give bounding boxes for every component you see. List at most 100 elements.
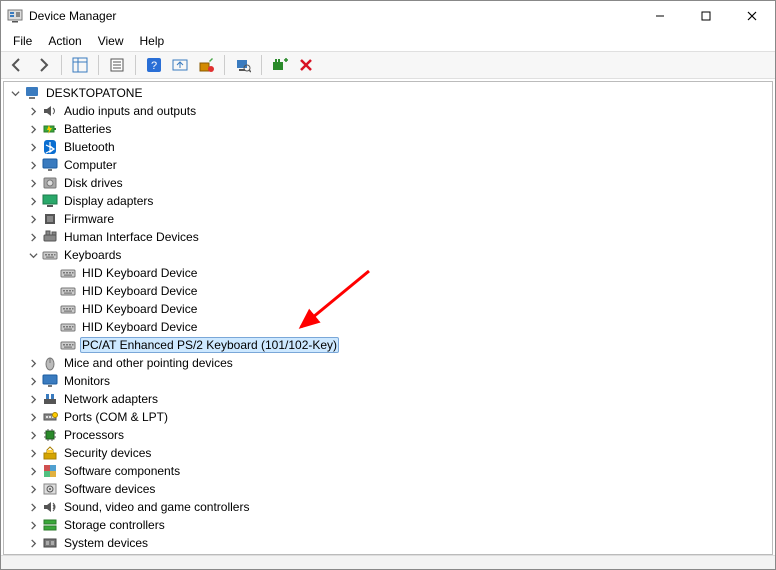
tree-item[interactable]: Ports (COM & LPT): [26, 408, 772, 426]
tree-item[interactable]: Sound, video and game controllers: [26, 498, 772, 516]
back-button[interactable]: [5, 54, 29, 76]
menu-help[interactable]: Help: [132, 32, 173, 50]
tree-item-label: HID Keyboard Device: [80, 302, 199, 316]
tree-item-label: Storage controllers: [62, 518, 167, 532]
tree-item[interactable]: Bluetooth: [26, 138, 772, 156]
tree-item[interactable]: HID Keyboard Device: [44, 300, 772, 318]
tree-expand-icon[interactable]: [26, 392, 40, 406]
minimize-button[interactable]: [637, 1, 683, 31]
uninstall-icon: [198, 57, 214, 73]
processor-icon: [42, 427, 58, 443]
tree-item[interactable]: Display adapters: [26, 192, 772, 210]
tree-item[interactable]: Mice and other pointing devices: [26, 354, 772, 372]
monitor-icon: [42, 157, 58, 173]
show-hide-console-button[interactable]: [68, 54, 92, 76]
toolbar-separator: [61, 55, 62, 75]
tree-expand-icon[interactable]: [26, 356, 40, 370]
menu-action[interactable]: Action: [40, 32, 89, 50]
tree-item[interactable]: HID Keyboard Device: [44, 264, 772, 282]
tree-expand-icon[interactable]: [26, 176, 40, 190]
scan-hardware-button[interactable]: [231, 54, 255, 76]
minimize-icon: [655, 11, 665, 21]
tree-item-label: Processors: [62, 428, 126, 442]
tree-collapse-icon[interactable]: [8, 86, 22, 100]
tree-expand-icon[interactable]: [26, 500, 40, 514]
tree-expand-icon[interactable]: [26, 374, 40, 388]
tree-item-label: Firmware: [62, 212, 116, 226]
device-tree[interactable]: DESKTOPATONE Audio inputs and outputsBatt…: [3, 81, 773, 555]
tree-expand-icon[interactable]: [26, 464, 40, 478]
tree-item[interactable]: System devices: [26, 534, 772, 552]
tree-twist-none: [44, 284, 58, 298]
tree-item[interactable]: Security devices: [26, 444, 772, 462]
tree-item[interactable]: Human Interface Devices: [26, 228, 772, 246]
keyboard-icon: [60, 301, 76, 317]
keyboard-icon: [60, 337, 76, 353]
tree-item-label: Security devices: [62, 446, 153, 460]
mouse-icon: [42, 355, 58, 371]
menu-file[interactable]: File: [5, 32, 40, 50]
update-driver-button[interactable]: [168, 54, 192, 76]
tree-expand-icon[interactable]: [26, 122, 40, 136]
menu-view[interactable]: View: [90, 32, 132, 50]
tree-item-label: Software components: [62, 464, 182, 478]
properties-button[interactable]: [105, 54, 129, 76]
toolbar-separator: [98, 55, 99, 75]
tree-expand-icon[interactable]: [26, 212, 40, 226]
tree-expand-icon[interactable]: [26, 446, 40, 460]
keyboard-icon: [60, 319, 76, 335]
tree-twist-none: [44, 320, 58, 334]
uninstall-device-button[interactable]: [194, 54, 218, 76]
tree-expand-icon[interactable]: [26, 140, 40, 154]
tree-item-label: System devices: [62, 536, 150, 550]
tree-item-label: HID Keyboard Device: [80, 284, 199, 298]
tree-item[interactable]: Software components: [26, 462, 772, 480]
tree-item[interactable]: Keyboards: [26, 246, 772, 264]
arrow-left-icon: [9, 57, 25, 73]
ports-icon: [42, 409, 58, 425]
close-icon: [747, 11, 757, 21]
tree-expand-icon[interactable]: [26, 428, 40, 442]
close-button[interactable]: [729, 1, 775, 31]
tree-item[interactable]: HID Keyboard Device: [44, 318, 772, 336]
tree-item[interactable]: Storage controllers: [26, 516, 772, 534]
tree-item-label: DESKTOPATONE: [44, 86, 144, 100]
tree-expand-icon[interactable]: [26, 104, 40, 118]
tree-item[interactable]: DESKTOPATONE: [8, 84, 772, 102]
tree-item-label: PC/AT Enhanced PS/2 Keyboard (101/102-Ke…: [80, 337, 339, 353]
scan-hardware-icon: [235, 57, 251, 73]
tree-item[interactable]: Computer: [26, 156, 772, 174]
tree-expand-icon[interactable]: [26, 536, 40, 550]
tree-expand-icon[interactable]: [26, 230, 40, 244]
tree-expand-icon[interactable]: [26, 410, 40, 424]
tree-item[interactable]: Batteries: [26, 120, 772, 138]
tree-item[interactable]: HID Keyboard Device: [44, 282, 772, 300]
tree-item[interactable]: Network adapters: [26, 390, 772, 408]
add-hardware-icon: [272, 57, 288, 73]
tree-expand-icon[interactable]: [26, 158, 40, 172]
sound-icon: [42, 499, 58, 515]
tree-expand-icon[interactable]: [26, 194, 40, 208]
toolbar-separator: [261, 55, 262, 75]
tree-item-label: Keyboards: [62, 248, 123, 262]
tree-item[interactable]: Disk drives: [26, 174, 772, 192]
tree-expand-icon[interactable]: [26, 482, 40, 496]
tree-item[interactable]: Monitors: [26, 372, 772, 390]
add-hardware-button[interactable]: [268, 54, 292, 76]
tree-item-label: Computer: [62, 158, 119, 172]
disable-device-button[interactable]: [294, 54, 318, 76]
tree-twist-none: [44, 302, 58, 316]
help-button[interactable]: [142, 54, 166, 76]
tree-item[interactable]: PC/AT Enhanced PS/2 Keyboard (101/102-Ke…: [44, 336, 772, 354]
tree-item[interactable]: Firmware: [26, 210, 772, 228]
tree-collapse-icon[interactable]: [26, 248, 40, 262]
tree-expand-icon[interactable]: [26, 518, 40, 532]
tree-item[interactable]: Processors: [26, 426, 772, 444]
update-driver-icon: [172, 57, 188, 73]
tree-item[interactable]: Software devices: [26, 480, 772, 498]
forward-button[interactable]: [31, 54, 55, 76]
maximize-button[interactable]: [683, 1, 729, 31]
computer-root-icon: [24, 85, 40, 101]
tree-item[interactable]: Audio inputs and outputs: [26, 102, 772, 120]
help-icon: [146, 57, 162, 73]
